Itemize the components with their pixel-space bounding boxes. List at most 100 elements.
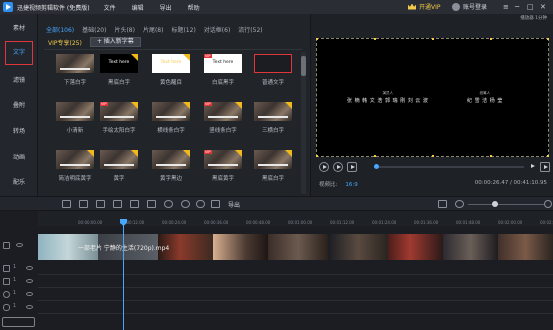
timeline-ruler[interactable]: 00:00:00.00 00:00:12.00 00:00:24.00 00:00:3… bbox=[38, 211, 553, 226]
play-button[interactable] bbox=[333, 162, 343, 172]
subtitle-icon[interactable] bbox=[211, 200, 220, 208]
overlay-track-icon[interactable] bbox=[3, 278, 10, 285]
resize-handle[interactable] bbox=[547, 38, 549, 40]
template-thumbnail[interactable]: VIP bbox=[100, 102, 138, 121]
sidebar-item-filter[interactable]: 滤镜 bbox=[0, 75, 38, 84]
playhead[interactable] bbox=[123, 222, 124, 330]
sidebar-item-overlay[interactable]: 叠附 bbox=[0, 100, 38, 109]
template-thumbnail[interactable]: VIP bbox=[204, 102, 242, 121]
crop-icon[interactable] bbox=[79, 200, 88, 208]
volume-icon[interactable] bbox=[528, 162, 538, 172]
sidebar-item-music[interactable]: 配乐 bbox=[0, 177, 38, 186]
template-thumbnail[interactable] bbox=[254, 150, 292, 169]
resize-handle[interactable] bbox=[316, 38, 318, 40]
template-thumbnail[interactable] bbox=[152, 102, 190, 121]
export-button[interactable]: 导出 bbox=[228, 200, 240, 209]
login-button[interactable]: 账号登录 bbox=[452, 2, 487, 11]
rewind-button[interactable] bbox=[319, 162, 329, 172]
sidebar-item-transition[interactable]: 转场 bbox=[0, 126, 38, 135]
template-thumbnail[interactable] bbox=[100, 150, 138, 169]
resize-handle[interactable] bbox=[432, 155, 434, 157]
sidebar-item-media[interactable]: 素材 bbox=[0, 23, 38, 32]
insert-subtitle-button[interactable]: + 插入新字幕 bbox=[89, 37, 141, 47]
vip-button[interactable]: 开通VIP bbox=[408, 2, 441, 11]
add-track-button[interactable] bbox=[2, 317, 35, 327]
undo-icon[interactable] bbox=[32, 200, 41, 208]
aspect-ratio[interactable]: 视频比: 16:9 bbox=[319, 180, 358, 188]
sidebar-item-text[interactable]: 文字 bbox=[5, 41, 33, 65]
resize-handle[interactable] bbox=[374, 155, 376, 157]
menu-edit[interactable]: 编辑 bbox=[132, 3, 144, 12]
resize-handle[interactable] bbox=[547, 155, 549, 157]
tab-popular[interactable]: 流行(52) bbox=[238, 25, 262, 34]
visibility-icon[interactable] bbox=[16, 243, 23, 247]
template-label: 黑底黄字 bbox=[211, 176, 234, 182]
split-icon[interactable] bbox=[96, 200, 105, 208]
menu-export[interactable]: 导出 bbox=[160, 3, 172, 12]
template-thumbnail[interactable] bbox=[56, 102, 94, 121]
clip-frame bbox=[498, 234, 553, 260]
edit-icon[interactable] bbox=[62, 200, 71, 208]
thumbnail-image bbox=[254, 54, 292, 73]
video-track-controls bbox=[0, 240, 38, 251]
redo-icon[interactable] bbox=[47, 200, 56, 208]
menu-file[interactable]: 文件 bbox=[104, 3, 116, 12]
voice-track-icon[interactable] bbox=[3, 304, 10, 311]
text-track-icon[interactable] bbox=[3, 265, 10, 272]
template-thumbnail[interactable] bbox=[152, 150, 190, 169]
template-thumbnail[interactable]: VIP bbox=[204, 150, 242, 169]
tab-intro[interactable]: 片头(8) bbox=[114, 25, 135, 34]
template-thumbnail[interactable] bbox=[56, 150, 94, 169]
menu-icon[interactable]: ≡ bbox=[503, 3, 509, 11]
freeze-icon[interactable] bbox=[147, 200, 156, 208]
resize-handle[interactable] bbox=[490, 155, 492, 157]
delete-icon[interactable] bbox=[113, 200, 122, 208]
video-track-icon[interactable] bbox=[3, 242, 10, 249]
tab-title[interactable]: 标题(12) bbox=[171, 25, 195, 34]
visibility-icon[interactable] bbox=[26, 292, 33, 296]
library-scrollbar[interactable] bbox=[301, 52, 306, 194]
zoom-slider[interactable] bbox=[468, 204, 544, 205]
video-track[interactable]: 一部老片 宁静的生活(720p).mp4 bbox=[38, 234, 553, 260]
template-thumbnail[interactable]: Text here bbox=[152, 54, 190, 73]
menu-help[interactable]: 帮助 bbox=[188, 3, 200, 12]
tab-outro[interactable]: 片尾(8) bbox=[143, 25, 164, 34]
stop-button[interactable] bbox=[347, 162, 357, 172]
minimize-icon[interactable]: ─ bbox=[515, 3, 519, 11]
music-track-icon[interactable] bbox=[3, 291, 10, 298]
zoom-in-icon[interactable] bbox=[544, 200, 552, 208]
download-corner-icon bbox=[131, 54, 138, 61]
resize-handle[interactable] bbox=[316, 155, 318, 157]
scrollbar-thumb[interactable] bbox=[301, 56, 306, 76]
vip-filter-tag[interactable]: VIP专享(25) bbox=[48, 38, 82, 47]
timecode: 00:00:26.47 / 00:41:10.95 bbox=[474, 180, 547, 186]
seek-bar[interactable] bbox=[374, 164, 524, 169]
tab-basic[interactable]: 基础(20) bbox=[82, 25, 106, 34]
resize-handle[interactable] bbox=[374, 38, 376, 40]
template-thumbnail[interactable] bbox=[254, 54, 292, 73]
duration-icon[interactable] bbox=[181, 200, 190, 208]
visibility-icon[interactable] bbox=[26, 266, 33, 270]
video-screen[interactable]: 演员人 张 楠 韩 文 浩 郭 瑞 刚 刘 云 波 统筹人 纪 雪 洁 杨 莹 bbox=[316, 38, 549, 157]
maximize-icon[interactable]: □ bbox=[527, 3, 534, 11]
zoom-out-icon[interactable] bbox=[455, 200, 464, 208]
tab-dialog[interactable]: 对话框(6) bbox=[204, 25, 231, 34]
microphone-icon[interactable] bbox=[196, 200, 205, 208]
tab-all[interactable]: 全部(106) bbox=[46, 25, 74, 34]
template-thumbnail[interactable] bbox=[254, 102, 292, 121]
template-thumbnail[interactable]: Text here VIP bbox=[204, 54, 242, 73]
sidebar-item-animation[interactable]: 动画 bbox=[0, 152, 38, 161]
zoom-slider-knob[interactable] bbox=[492, 201, 498, 207]
seek-knob[interactable] bbox=[374, 164, 379, 169]
visibility-icon[interactable] bbox=[26, 305, 33, 309]
fit-icon[interactable] bbox=[438, 200, 447, 208]
fullscreen-icon[interactable] bbox=[540, 162, 550, 172]
resize-handle[interactable] bbox=[490, 38, 492, 40]
speed-icon[interactable] bbox=[164, 200, 173, 208]
visibility-icon[interactable] bbox=[26, 279, 33, 283]
mosaic-icon[interactable] bbox=[130, 200, 139, 208]
template-thumbnail[interactable]: Text here bbox=[100, 54, 138, 73]
resize-handle[interactable] bbox=[432, 38, 434, 40]
close-icon[interactable]: ✕ bbox=[540, 3, 546, 11]
template-thumbnail[interactable] bbox=[56, 54, 94, 73]
